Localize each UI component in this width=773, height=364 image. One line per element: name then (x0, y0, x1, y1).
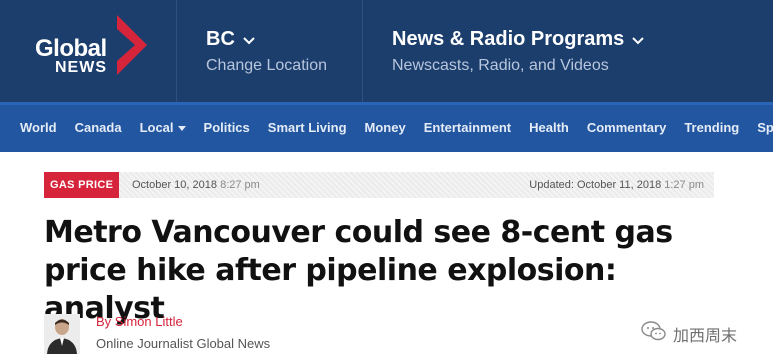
published-time-text: 8:27 pm (220, 179, 260, 191)
nav-item-politics[interactable]: Politics (204, 120, 250, 135)
category-tag[interactable]: GAS PRICE (44, 172, 120, 198)
watermark: 加西周末 (641, 320, 737, 347)
nav-item-world[interactable]: World (20, 120, 57, 135)
chevron-down-icon (243, 28, 255, 51)
region-selector[interactable]: BC Change Location (206, 28, 327, 75)
nav-item-canada[interactable]: Canada (75, 120, 122, 135)
watermark-text: 加西周末 (673, 325, 738, 345)
nav-item-entertainment[interactable]: Entertainment (424, 120, 511, 135)
nav-item-local-label: Local (139, 120, 174, 135)
news-radio-subtitle: Newscasts, Radio, and Videos (392, 57, 609, 74)
article-meta: GAS PRICE October 10, 2018 8:27 pm Updat… (44, 172, 714, 198)
region-title: BC (206, 28, 235, 50)
header-divider (362, 0, 363, 102)
author-avatar[interactable] (44, 314, 80, 354)
site-header: Global NEWS BC Change Location News & Ra… (0, 0, 773, 102)
nav-item-trending[interactable]: Trending (684, 120, 739, 135)
author-role: Online Journalist Global News (96, 336, 270, 351)
author-role-text: Online Journalist (96, 336, 193, 351)
published-date: October 10, 2018 8:27 pm (132, 179, 260, 191)
logo-news-text: NEWS (55, 59, 107, 76)
updated-date-text: October 11, 2018 (577, 179, 662, 191)
global-news-logo[interactable]: Global NEWS (25, 15, 155, 87)
author-outlet-text: Global News (196, 336, 271, 351)
nav-item-money[interactable]: Money (365, 120, 406, 135)
author-byline[interactable]: By Simon Little (96, 314, 183, 329)
nav-item-sports[interactable]: Sports (757, 120, 773, 135)
updated-date: Updated: October 11, 2018 1:27 pm (529, 179, 704, 191)
updated-label: Updated: (529, 179, 574, 191)
caret-down-icon (177, 120, 186, 135)
chevron-down-icon (632, 28, 645, 51)
nav-item-health[interactable]: Health (529, 120, 569, 135)
news-radio-selector[interactable]: News & Radio Programs Newscasts, Radio, … (392, 28, 645, 75)
nav-item-commentary[interactable]: Commentary (587, 120, 666, 135)
news-radio-title: News & Radio Programs (392, 28, 625, 50)
article-headline: Metro Vancouver could see 8-cent gas pri… (44, 215, 673, 326)
nav-item-smart-living[interactable]: Smart Living (268, 120, 347, 135)
updated-time-text: 1:27 pm (664, 179, 704, 191)
header-divider (176, 0, 177, 102)
nav-item-local[interactable]: Local (140, 120, 186, 135)
published-date-text: October 10, 2018 (132, 179, 218, 191)
wechat-icon (641, 320, 667, 347)
change-location-link[interactable]: Change Location (206, 57, 327, 75)
main-nav: World Canada Local Politics Smart Living… (0, 102, 773, 152)
